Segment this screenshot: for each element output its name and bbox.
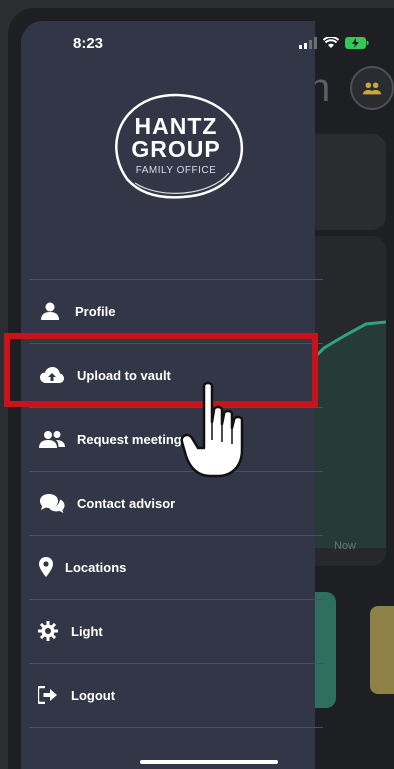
menu-item-label: Logout: [71, 687, 116, 703]
wifi-icon: [323, 37, 339, 48]
group-icon: [362, 82, 382, 95]
battery-charging-icon: [345, 37, 369, 49]
user-icon: [37, 300, 63, 322]
status-time: 8:23: [73, 35, 104, 52]
menu-item-label: Profile: [75, 303, 116, 319]
menu-item-label: Locations: [65, 559, 127, 575]
menu-item-label: Request meeting: [77, 431, 182, 447]
logo-text-line1: HANTZ: [134, 113, 218, 139]
map-pin-icon: [33, 556, 59, 578]
menu-divider: [29, 727, 323, 728]
menu-item-label: Light: [71, 623, 103, 639]
logo-text-line2: GROUP: [131, 136, 221, 162]
highlight-annotation-box: [4, 333, 318, 407]
logout-icon: [35, 684, 61, 706]
menu-item-light[interactable]: Light: [29, 599, 323, 663]
company-logo: HANTZ GROUP FAMILY OFFICE: [105, 91, 247, 201]
signal-icon: [299, 37, 317, 49]
home-indicator: [140, 760, 278, 764]
chart-axis-label-now: Now: [334, 540, 357, 552]
chat-bubbles-icon: [39, 492, 65, 514]
users-icon: [39, 428, 65, 450]
menu-item-logout[interactable]: Logout: [29, 663, 323, 727]
menu-item-request-meeting[interactable]: Request meeting: [29, 407, 323, 471]
avatar[interactable]: [350, 66, 394, 110]
status-icons: [299, 37, 369, 49]
gear-sun-icon: [35, 620, 61, 642]
menu-item-locations[interactable]: Locations: [29, 535, 323, 599]
background-tile: [370, 606, 394, 694]
menu-item-contact-advisor[interactable]: Contact advisor: [29, 471, 323, 535]
background-card: [304, 134, 386, 230]
menu-item-label: Contact advisor: [77, 495, 176, 511]
pointing-hand-icon: [180, 381, 244, 478]
logo-text-line3: FAMILY OFFICE: [135, 165, 217, 176]
